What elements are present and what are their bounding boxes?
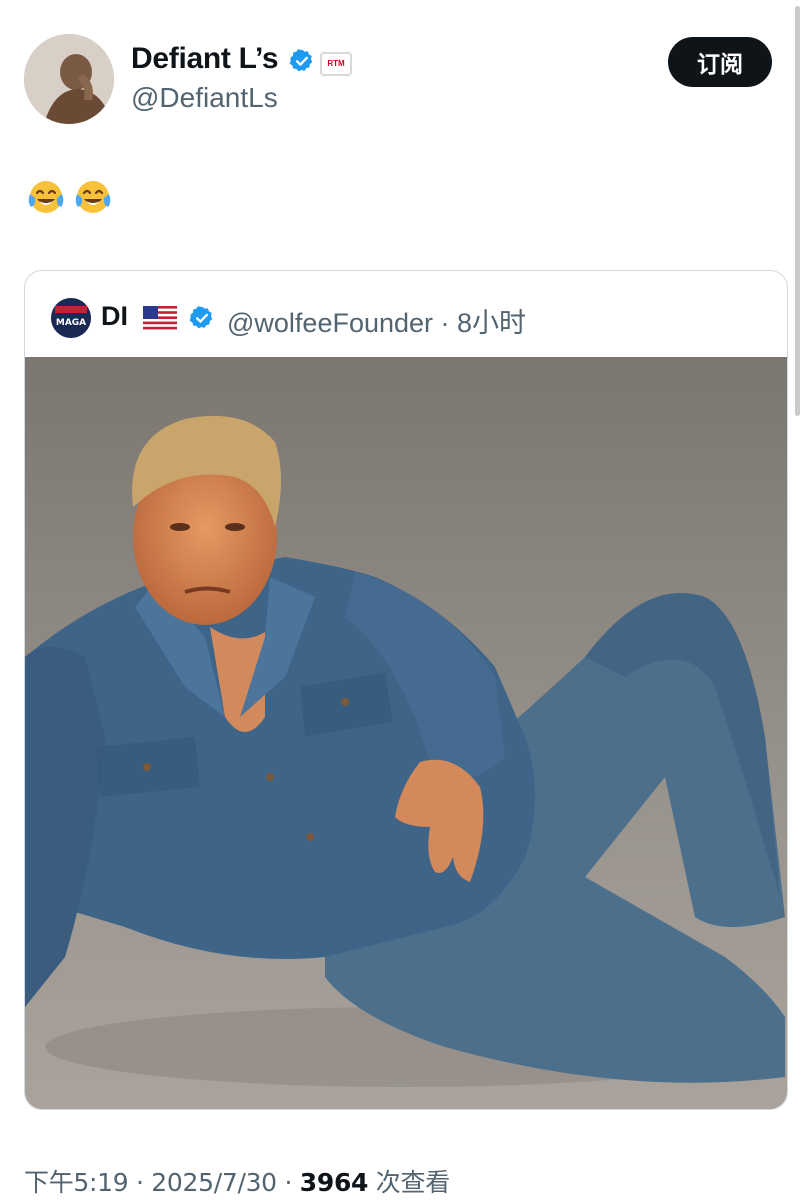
meta-separator: · [128,1168,152,1197]
subscribe-button[interactable]: 订阅 [668,37,772,87]
tweet-time: 下午5:19 [24,1168,129,1197]
meta-separator: · [276,1168,300,1197]
face-with-tears-of-joy-icon [75,181,111,213]
tweet-date: 2025/7/30 [151,1168,277,1197]
quoted-handle-and-time[interactable]: @wolfeeFounder · 8小时 [227,301,526,340]
quoted-author-avatar[interactable]: MAGA [51,298,91,338]
quoted-photo[interactable] [25,357,787,1109]
author-avatar[interactable] [24,34,114,124]
quoted-display-name[interactable]: DI [101,301,128,332]
author-handle[interactable]: @DefiantLs [131,82,278,114]
man-in-denim-photo [25,357,787,1109]
bronze-statue-avatar-icon [24,34,114,124]
quoted-tweet-card[interactable]: MAGA DI @wolfeeFounder · 8小时 [24,270,788,1110]
tweet-meta: 下午5:19 · 2025/7/30 · 3964 次查看 [24,1163,450,1199]
us-flag-icon [143,306,177,330]
verified-badge-icon [189,306,213,329]
maga-logo-avatar-icon: MAGA [51,298,91,338]
scrollbar-thumb[interactable] [795,6,800,416]
page-scrollbar[interactable] [794,0,802,420]
author-display-name[interactable]: Defiant L’s [131,42,279,76]
affiliate-badge: RTM [320,52,352,76]
svg-text:MAGA: MAGA [56,318,86,328]
face-with-tears-of-joy-icon [28,181,64,213]
views-label: 次查看 [368,1168,450,1197]
verified-badge-icon [289,49,313,72]
view-count[interactable]: 3964 [300,1168,369,1197]
